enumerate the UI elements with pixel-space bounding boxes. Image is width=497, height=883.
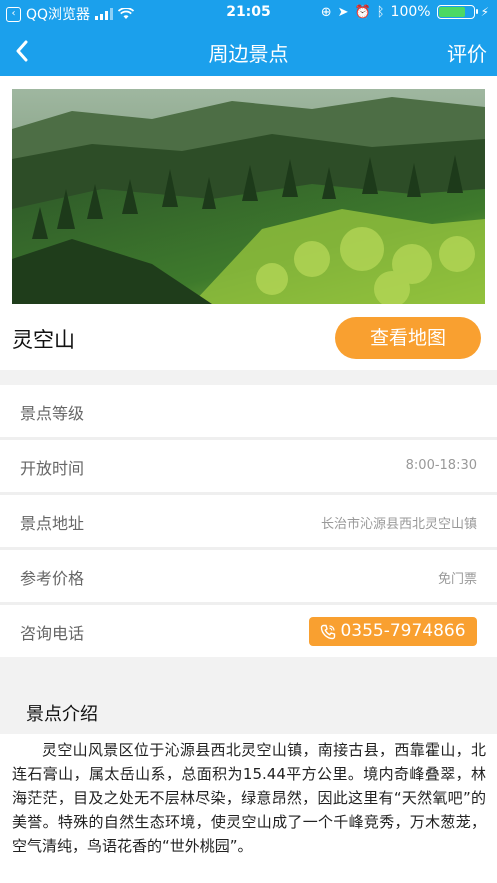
detail-value: 长治市沁源县西北灵空山镇 <box>320 517 477 532</box>
status-right: ⊕ ➤ ⏰ ᛒ 100% ⚡ <box>321 4 489 20</box>
location-icon: ➤ <box>337 4 349 20</box>
detail-row-address: 景点地址 长治市沁源县西北灵空山镇 <box>0 495 497 547</box>
section-gap <box>0 657 497 688</box>
lock-rotation-icon: ⊕ <box>320 4 332 20</box>
phone-number: 0355-7974866 <box>340 621 466 641</box>
battery-icon <box>436 5 478 19</box>
spot-name: 灵空山 <box>12 328 75 352</box>
intro-heading: 景点介绍 <box>26 704 98 725</box>
detail-label: 景点等级 <box>20 404 85 423</box>
intro-header: 景点介绍 <box>0 688 497 734</box>
detail-row-phone: 咨询电话 0355-7974866 <box>0 605 497 657</box>
page-title: 周边景点 <box>208 42 289 66</box>
detail-row-price: 参考价格 免门票 <box>0 550 497 602</box>
detail-value: 免门票 <box>437 572 477 587</box>
detail-label: 开放时间 <box>20 459 85 478</box>
call-phone-button[interactable]: 0355-7974866 <box>309 617 477 646</box>
detail-label: 景点地址 <box>20 514 85 533</box>
scenic-photo <box>12 89 485 304</box>
detail-label: 咨询电话 <box>20 624 85 643</box>
rate-button[interactable]: 评价 <box>447 38 487 67</box>
detail-label: 参考价格 <box>20 569 85 588</box>
detail-row-hours: 开放时间 8:00-18:30 <box>0 440 497 492</box>
detail-row-level: 景点等级 <box>0 385 497 437</box>
intro-text: 灵空山风景区位于沁源县西北灵空山镇，南接古县，西靠霍山，北连石膏山，属太岳山系，… <box>12 741 486 855</box>
alarm-icon: ⏰ <box>354 4 371 20</box>
bluetooth-icon: ᛒ <box>376 4 385 20</box>
nav-bar: 周边景点 评价 <box>0 26 497 76</box>
section-gap <box>0 370 497 385</box>
detail-value: 8:00-18:30 <box>405 458 477 473</box>
battery-percent: 100% <box>390 4 431 20</box>
view-map-button[interactable]: 查看地图 <box>335 317 481 359</box>
charging-icon: ⚡ <box>480 5 489 19</box>
spot-header: 灵空山 查看地图 <box>0 306 497 370</box>
phone-icon <box>321 624 336 639</box>
status-bar: ‹ QQ浏览器 21:05 ⊕ ➤ ⏰ ᛒ 100% ⚡ <box>0 0 497 26</box>
